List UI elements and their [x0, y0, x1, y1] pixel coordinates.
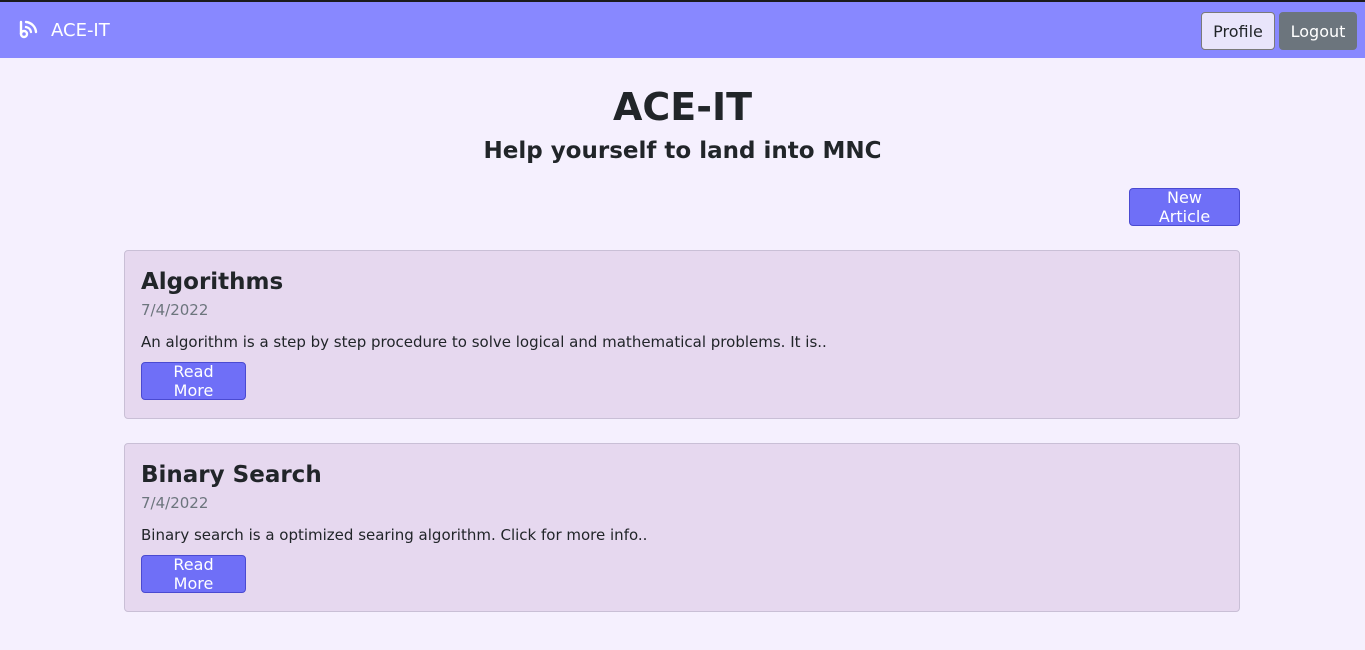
- nav-actions: Profile Logout: [1201, 12, 1357, 50]
- read-more-button[interactable]: Read More: [141, 555, 246, 593]
- brand-link[interactable]: ACE-IT: [16, 2, 110, 58]
- new-article-row: New Article: [124, 188, 1240, 226]
- wifi-signal-icon: [16, 18, 40, 42]
- logout-button[interactable]: Logout: [1279, 12, 1357, 50]
- article-card-algorithms: Algorithms 7/4/2022 An algorithm is a st…: [124, 250, 1240, 419]
- read-more-button[interactable]: Read More: [141, 362, 246, 400]
- navbar: ACE-IT Profile Logout: [0, 2, 1365, 58]
- profile-button[interactable]: Profile: [1201, 12, 1275, 50]
- article-date: 7/4/2022: [141, 494, 209, 512]
- article-excerpt: Binary search is a optimized searing alg…: [141, 526, 648, 544]
- article-container: New Article Algorithms 7/4/2022 An algor…: [124, 188, 1240, 612]
- hero: ACE-IT Help yourself to land into MNC: [0, 58, 1365, 165]
- article-excerpt: An algorithm is a step by step procedure…: [141, 333, 827, 351]
- page-subtitle: Help yourself to land into MNC: [483, 138, 882, 164]
- page-title: ACE-IT: [612, 85, 753, 129]
- brand-name: ACE-IT: [51, 19, 110, 41]
- new-article-button[interactable]: New Article: [1129, 188, 1240, 226]
- article-date: 7/4/2022: [141, 301, 209, 319]
- article-title: Algorithms: [141, 269, 284, 295]
- article-card-binary-search: Binary Search 7/4/2022 Binary search is …: [124, 443, 1240, 612]
- article-title: Binary Search: [141, 462, 322, 488]
